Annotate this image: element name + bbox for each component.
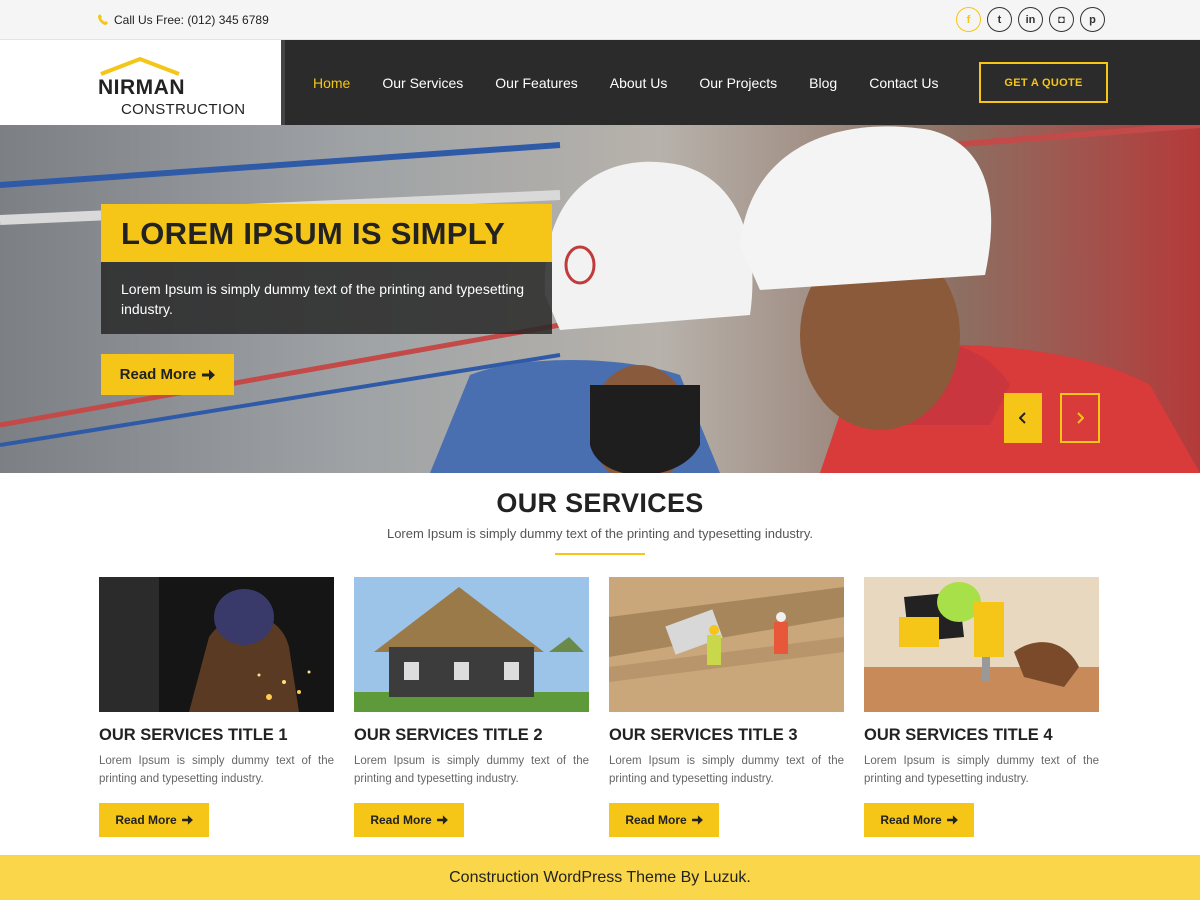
- read-more-label: Read More: [115, 813, 177, 827]
- service-read-more-button[interactable]: Read More: [609, 803, 719, 837]
- nav-our-projects[interactable]: Our Projects: [683, 75, 793, 91]
- service-image-drill[interactable]: [864, 577, 1099, 712]
- service-text: Lorem Ipsum is simply dummy text of the …: [609, 755, 844, 785]
- phone-text: Call Us Free: (012) 345 6789: [114, 13, 269, 27]
- nav-home[interactable]: Home: [297, 75, 366, 91]
- social-links: f t in ◘ p: [956, 7, 1105, 32]
- roof-icon: [100, 56, 180, 76]
- get-a-quote-button[interactable]: GET A QUOTE: [979, 62, 1108, 103]
- service-image-construction-site[interactable]: [609, 577, 844, 712]
- read-more-label: Read More: [625, 813, 687, 827]
- logo-subtitle: CONSTRUCTION: [121, 101, 246, 118]
- pinterest-icon[interactable]: p: [1080, 7, 1105, 32]
- read-more-label: Read More: [880, 813, 942, 827]
- nav-blog[interactable]: Blog: [793, 75, 853, 91]
- heading-divider: [555, 553, 645, 555]
- hero-description-box: Lorem Ipsum is simply dummy text of the …: [101, 262, 552, 334]
- service-card: OUR SERVICES TITLE 3 Lorem Ipsum is simp…: [609, 577, 844, 837]
- chevron-left-icon: [1019, 412, 1026, 424]
- phone-icon: [98, 14, 108, 25]
- service-card: OUR SERVICES TITLE 1 Lorem Ipsum is simp…: [99, 577, 334, 837]
- service-text: Lorem Ipsum is simply dummy text of the …: [864, 755, 1099, 785]
- instagram-icon[interactable]: ◘: [1049, 7, 1074, 32]
- nav-our-services[interactable]: Our Services: [366, 75, 479, 91]
- main-nav: Home Our Services Our Features About Us …: [297, 40, 954, 125]
- logo[interactable]: NIRMAN CONSTRUCTION: [0, 40, 285, 125]
- linkedin-icon[interactable]: in: [1018, 7, 1043, 32]
- services-subheading: Lorem Ipsum is simply dummy text of the …: [386, 526, 814, 541]
- hero-read-more-label: Read More: [119, 366, 197, 383]
- hero-description: Lorem Ipsum is simply dummy text of the …: [121, 281, 525, 317]
- service-title: OUR SERVICES TITLE 2: [354, 726, 543, 744]
- read-more-label: Read More: [370, 813, 432, 827]
- nav-contact-us[interactable]: Contact Us: [853, 75, 954, 91]
- service-text: Lorem Ipsum is simply dummy text of the …: [354, 755, 589, 785]
- nav-about-us[interactable]: About Us: [594, 75, 684, 91]
- hero-title-box: LOREM IPSUM IS SIMPLY: [101, 204, 552, 262]
- service-read-more-button[interactable]: Read More: [354, 803, 464, 837]
- service-image-welding[interactable]: [99, 577, 334, 712]
- slider-next-button[interactable]: [1060, 393, 1100, 443]
- nav-our-features[interactable]: Our Features: [479, 75, 593, 91]
- services-heading: OUR SERVICES: [496, 488, 704, 518]
- service-text: Lorem Ipsum is simply dummy text of the …: [99, 755, 334, 785]
- hero-read-more-button[interactable]: Read More: [101, 354, 234, 395]
- twitter-icon[interactable]: t: [987, 7, 1012, 32]
- phone-info: Call Us Free: (012) 345 6789: [98, 13, 269, 27]
- top-bar: Call Us Free: (012) 345 6789 f t in ◘ p: [0, 0, 1200, 40]
- site-header: NIRMAN CONSTRUCTION Home Our Services Ou…: [0, 40, 1200, 125]
- service-read-more-button[interactable]: Read More: [864, 803, 974, 837]
- footer-credit[interactable]: Construction WordPress Theme By Luzuk.: [449, 869, 751, 887]
- hero-title: LOREM IPSUM IS SIMPLY: [121, 216, 506, 251]
- arrow-right-icon: [691, 815, 703, 825]
- site-footer: Construction WordPress Theme By Luzuk.: [0, 855, 1200, 900]
- chevron-right-icon: [1077, 412, 1084, 424]
- service-read-more-button[interactable]: Read More: [99, 803, 209, 837]
- arrow-right-icon: [436, 815, 448, 825]
- arrow-right-icon: [181, 815, 193, 825]
- service-title: OUR SERVICES TITLE 4: [864, 726, 1053, 744]
- hero-slider: LOREM IPSUM IS SIMPLY Lorem Ipsum is sim…: [0, 125, 1200, 473]
- facebook-icon[interactable]: f: [956, 7, 981, 32]
- service-title: OUR SERVICES TITLE 3: [609, 726, 798, 744]
- arrow-right-icon: [202, 369, 216, 380]
- service-image-house[interactable]: [354, 577, 589, 712]
- service-card: OUR SERVICES TITLE 4 Lorem Ipsum is simp…: [864, 577, 1099, 837]
- slider-prev-button[interactable]: [1004, 393, 1042, 443]
- service-card: OUR SERVICES TITLE 2 Lorem Ipsum is simp…: [354, 577, 589, 837]
- service-title: OUR SERVICES TITLE 1: [99, 726, 288, 744]
- logo-title: NIRMAN: [98, 76, 185, 99]
- arrow-right-icon: [946, 815, 958, 825]
